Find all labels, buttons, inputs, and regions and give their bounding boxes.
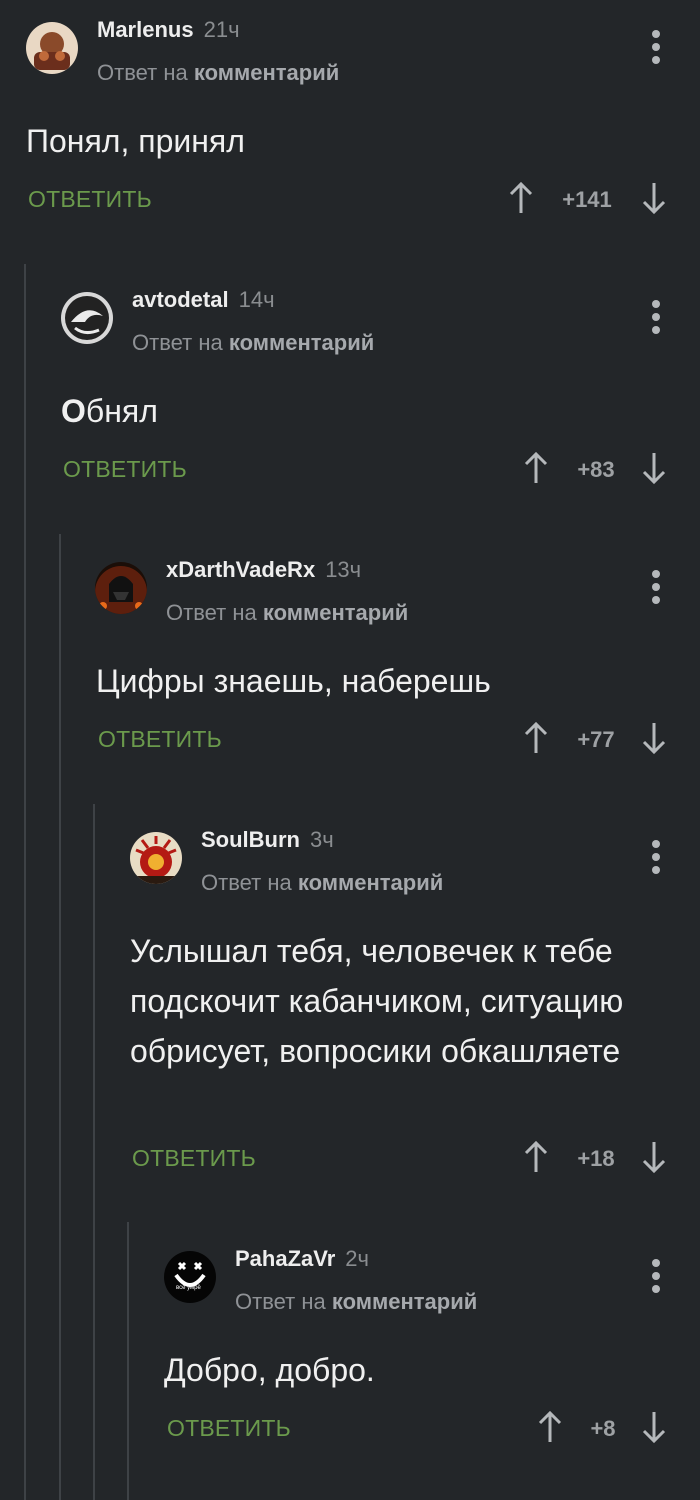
author-name[interactable]: Marlenus 21ч (97, 17, 240, 43)
reply-to-link[interactable]: комментарий (194, 60, 339, 85)
score: +83 (577, 457, 615, 482)
comment-text: Понял, принял (26, 123, 245, 159)
comment: Marlenus 21ч Ответ на комментарий Понял, … (0, 0, 700, 260)
comment: xDarthVadeRx 13ч Ответ на комментарий Циф… (69, 540, 700, 800)
thread-line-1 (24, 264, 26, 1500)
arrow-up-icon[interactable] (537, 1410, 563, 1444)
arrow-down-icon[interactable] (641, 721, 667, 755)
comment-text-bold: О (61, 393, 86, 429)
thread-line-3 (93, 804, 95, 1500)
reply-button[interactable]: ОТВЕТИТЬ (98, 726, 222, 753)
reply-to: Ответ на комментарий (132, 330, 375, 355)
thread-line-4 (127, 1222, 129, 1500)
arrow-up-icon[interactable] (523, 1140, 549, 1174)
arrow-up-icon[interactable] (508, 181, 534, 215)
more-vertical-icon[interactable] (652, 300, 660, 334)
score: +18 (577, 1146, 615, 1171)
comment-time: 14ч (238, 287, 275, 312)
reply-to: Ответ на комментарий (201, 870, 444, 895)
reply-button[interactable]: ОТВЕТИТЬ (28, 186, 152, 213)
more-vertical-icon[interactable] (652, 570, 660, 604)
arrow-down-icon[interactable] (641, 181, 667, 215)
avatar[interactable] (130, 832, 182, 884)
arrow-up-icon[interactable] (523, 721, 549, 755)
reply-to-link[interactable]: комментарий (298, 870, 443, 895)
avatar[interactable] (26, 22, 78, 74)
score: +8 (590, 1416, 616, 1441)
arrow-down-icon[interactable] (641, 451, 667, 485)
arrow-down-icon[interactable] (641, 1410, 667, 1444)
comment-text: Цифры знаешь, наберешь (96, 663, 491, 699)
comment-text: Добро, добро. (164, 1352, 375, 1388)
avatar-marlenus-icon (26, 22, 78, 74)
arrow-down-icon[interactable] (641, 1140, 667, 1174)
reply-button[interactable]: ОТВЕТИТЬ (63, 456, 187, 483)
reply-to-link[interactable]: комментарий (263, 600, 408, 625)
avatar-caption: все умрё (176, 1285, 201, 1291)
avatar-pahazavr-icon (164, 1251, 216, 1303)
avatar-xdarthvaderx-icon (95, 562, 147, 614)
avatar-avtodetal-icon (61, 292, 113, 344)
avatar-soulburn-icon (130, 832, 182, 884)
author-name[interactable]: avtodetal 14ч (132, 287, 275, 313)
comment-text: Услышал тебя, человечек к тебе подскочит… (130, 933, 624, 1069)
author-name[interactable]: SoulBurn 3ч (201, 827, 334, 853)
comment-time: 21ч (203, 17, 240, 42)
avatar[interactable] (61, 292, 113, 344)
comment-text: Обнял (61, 386, 158, 436)
more-vertical-icon[interactable] (652, 840, 660, 874)
comment-time: 2ч (345, 1246, 369, 1271)
author-name[interactable]: xDarthVadeRx 13ч (166, 557, 361, 583)
reply-to: Ответ на комментарий (97, 60, 340, 85)
thread-line-2 (59, 534, 61, 1500)
reply-button[interactable]: ОТВЕТИТЬ (132, 1145, 256, 1172)
reply-button[interactable]: ОТВЕТИТЬ (167, 1415, 291, 1442)
score: +77 (577, 727, 615, 752)
reply-to: Ответ на комментарий (166, 600, 409, 625)
reply-to-link[interactable]: комментарий (229, 330, 374, 355)
comment: avtodetal 14ч Ответ на комментарий Обнял … (34, 270, 700, 530)
comment: SoulBurn 3ч Ответ на комментарий Услышал … (104, 810, 700, 1220)
score: +141 (562, 187, 612, 212)
avatar[interactable] (95, 562, 147, 614)
arrow-up-icon[interactable] (523, 451, 549, 485)
comment-time: 13ч (325, 557, 362, 582)
author-name[interactable]: PahaZaVr 2ч (235, 1246, 369, 1272)
avatar[interactable]: все умрё (164, 1251, 216, 1303)
more-vertical-icon[interactable] (652, 30, 660, 64)
comment-time: 3ч (310, 827, 334, 852)
more-vertical-icon[interactable] (652, 1259, 660, 1293)
reply-to: Ответ на комментарий (235, 1289, 478, 1314)
comment: все умрё PahaZaVr 2ч Ответ на комментарий… (138, 1229, 700, 1500)
comment-text-rest: бнял (85, 393, 158, 429)
reply-to-link[interactable]: комментарий (332, 1289, 477, 1314)
